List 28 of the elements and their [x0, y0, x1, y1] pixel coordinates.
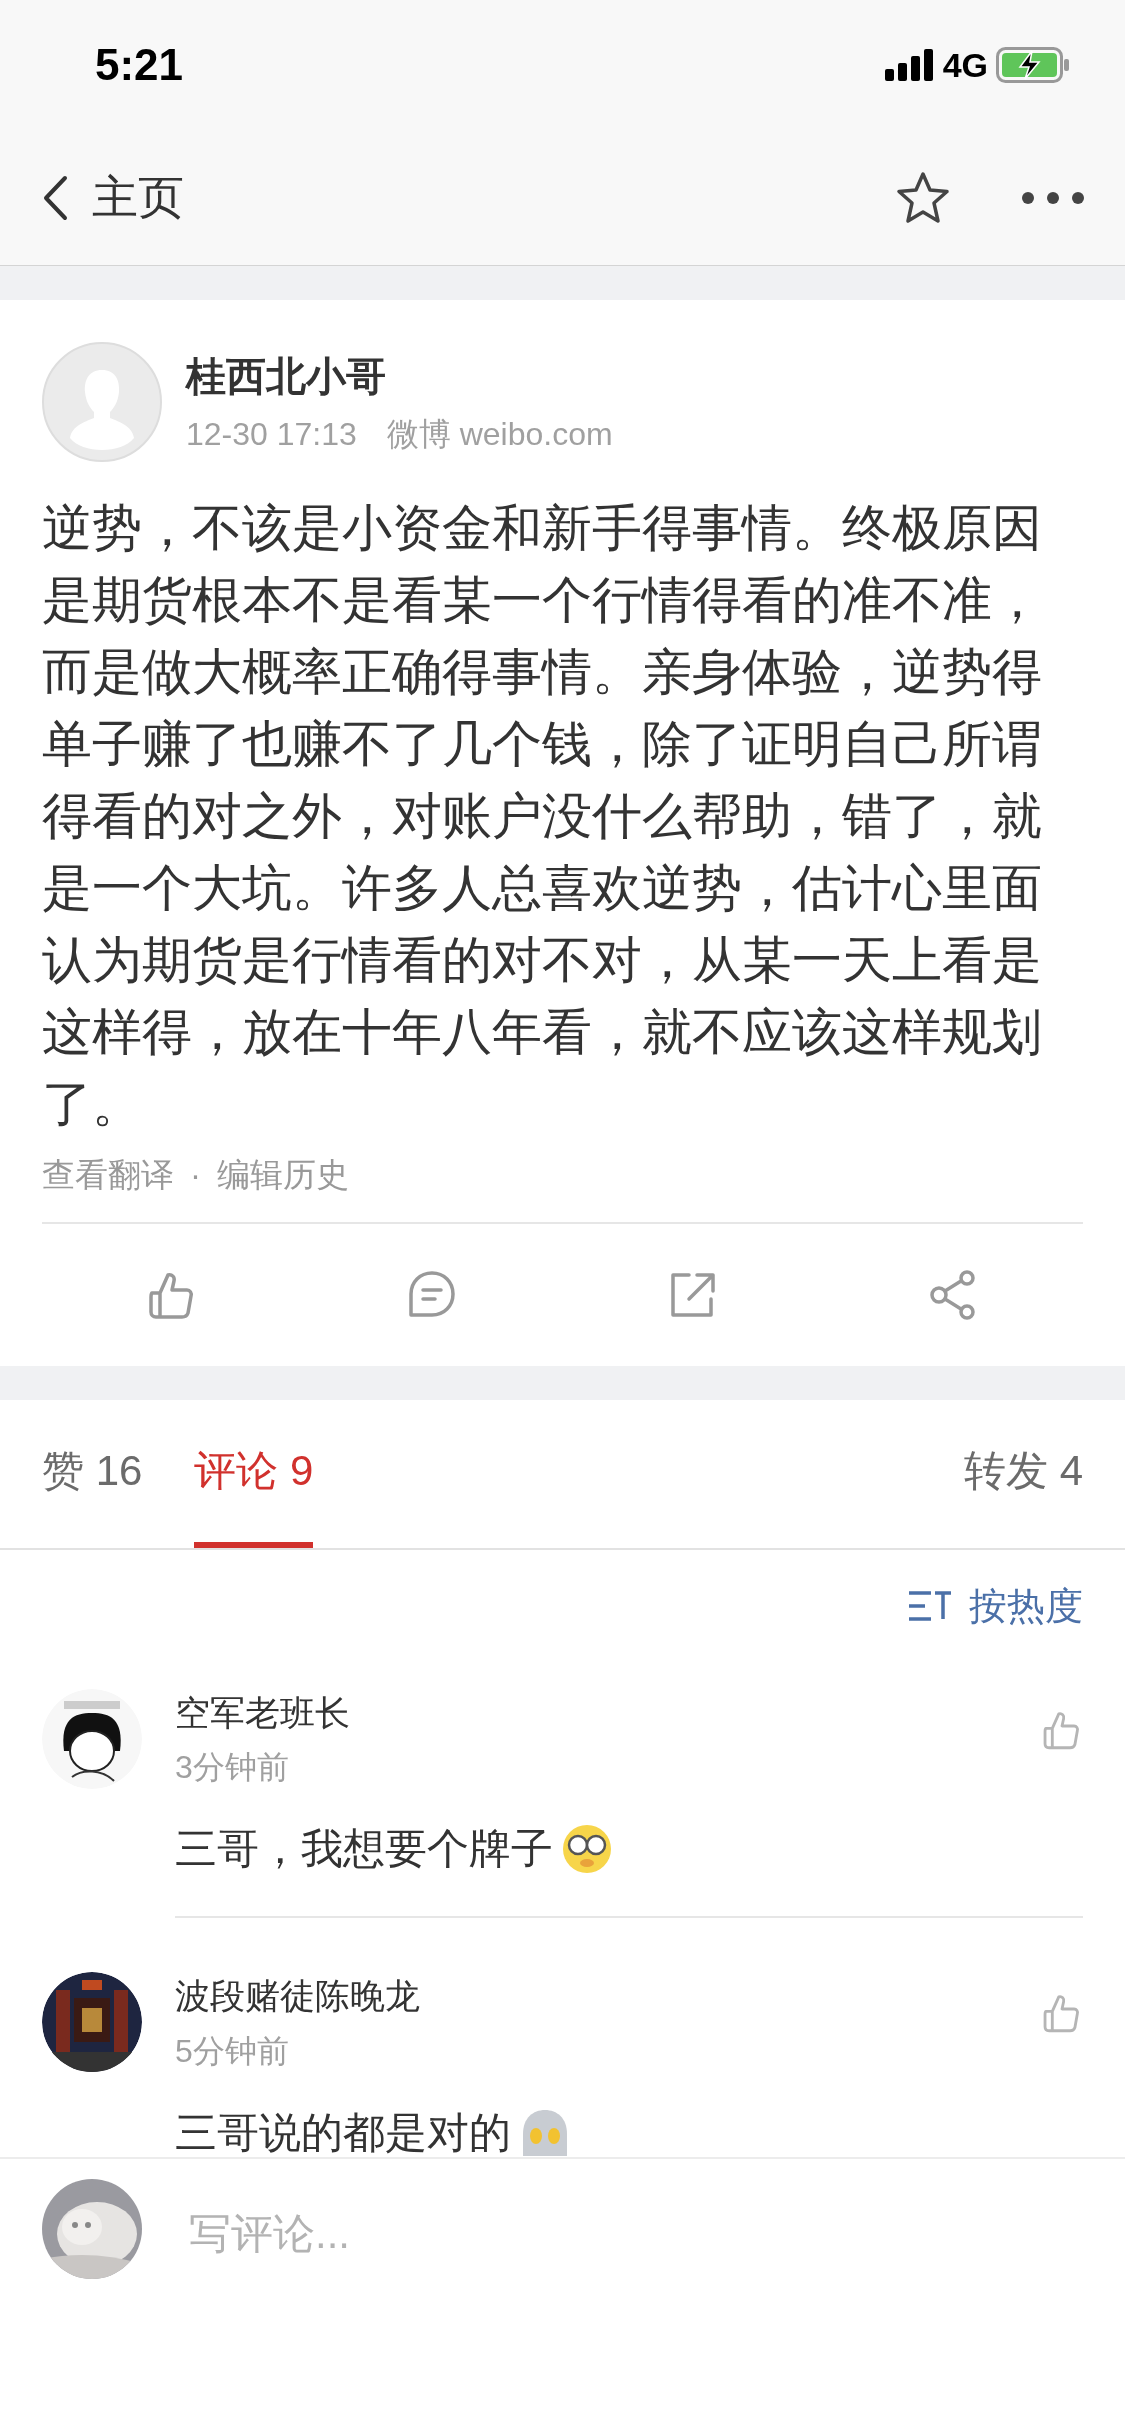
post-source: 微博 weibo.com — [386, 415, 613, 454]
separator-dot: · — [190, 1155, 201, 1195]
back-icon — [42, 174, 68, 221]
post-time: 12-30 17:13 — [186, 415, 357, 454]
comment-time: 5分钟前 — [175, 2031, 290, 2071]
battery-icon — [996, 47, 1070, 83]
comment-input[interactable]: 写评论... — [187, 2200, 987, 2266]
tab[interactable]: 评论 9 — [194, 1399, 314, 1548]
tab[interactable]: 赞 16 — [42, 1399, 143, 1548]
comment-text: 三哥，我想要个牌子 — [175, 1824, 553, 1874]
glasses-emoji-icon — [561, 1822, 613, 1875]
post-text: 逆势，不该是小资金和新手得事情。终极原因是期货根本不是看某一个行情得看的准不准，而是做大概率正确得事情。亲身体验，逆势得单子赚了也赚不了几个钱，除了证明自己所谓得看的对之外，对账户没什么帮助，错了，就是一个大坑。许多人总喜欢逆势，估计心里面认为期货是行情看的对不对，从某一天上看是这样得，放在十年八年看，就不应该这样规划了。 — [42, 499, 1043, 1134]
star-icon[interactable] — [895, 170, 951, 225]
signal-icon — [884, 49, 935, 81]
text-link[interactable]: 查看翻译 — [42, 1150, 174, 1200]
tab[interactable]: 转发 4 — [963, 1399, 1083, 1548]
more-icon[interactable] — [1021, 190, 1085, 205]
author-name[interactable]: 桂西北小哥 — [186, 346, 613, 406]
commenter-name[interactable]: 波段赌徒陈晚龙 — [175, 1970, 1041, 2023]
commenter-name[interactable]: 空军老班长 — [175, 1686, 1041, 1739]
sort-icon — [907, 1589, 953, 1623]
clock-time: 5:21 — [95, 39, 184, 91]
sort-button[interactable]: 按热度 — [907, 1577, 1083, 1635]
back-button[interactable]: 主页 — [42, 163, 184, 232]
comment-time: 3分钟前 — [175, 1748, 290, 1787]
comment-text: 三哥说的都是对的 — [175, 2107, 511, 2157]
text-link[interactable]: 编辑历史 — [217, 1150, 349, 1200]
network-label: 4G — [942, 44, 988, 86]
